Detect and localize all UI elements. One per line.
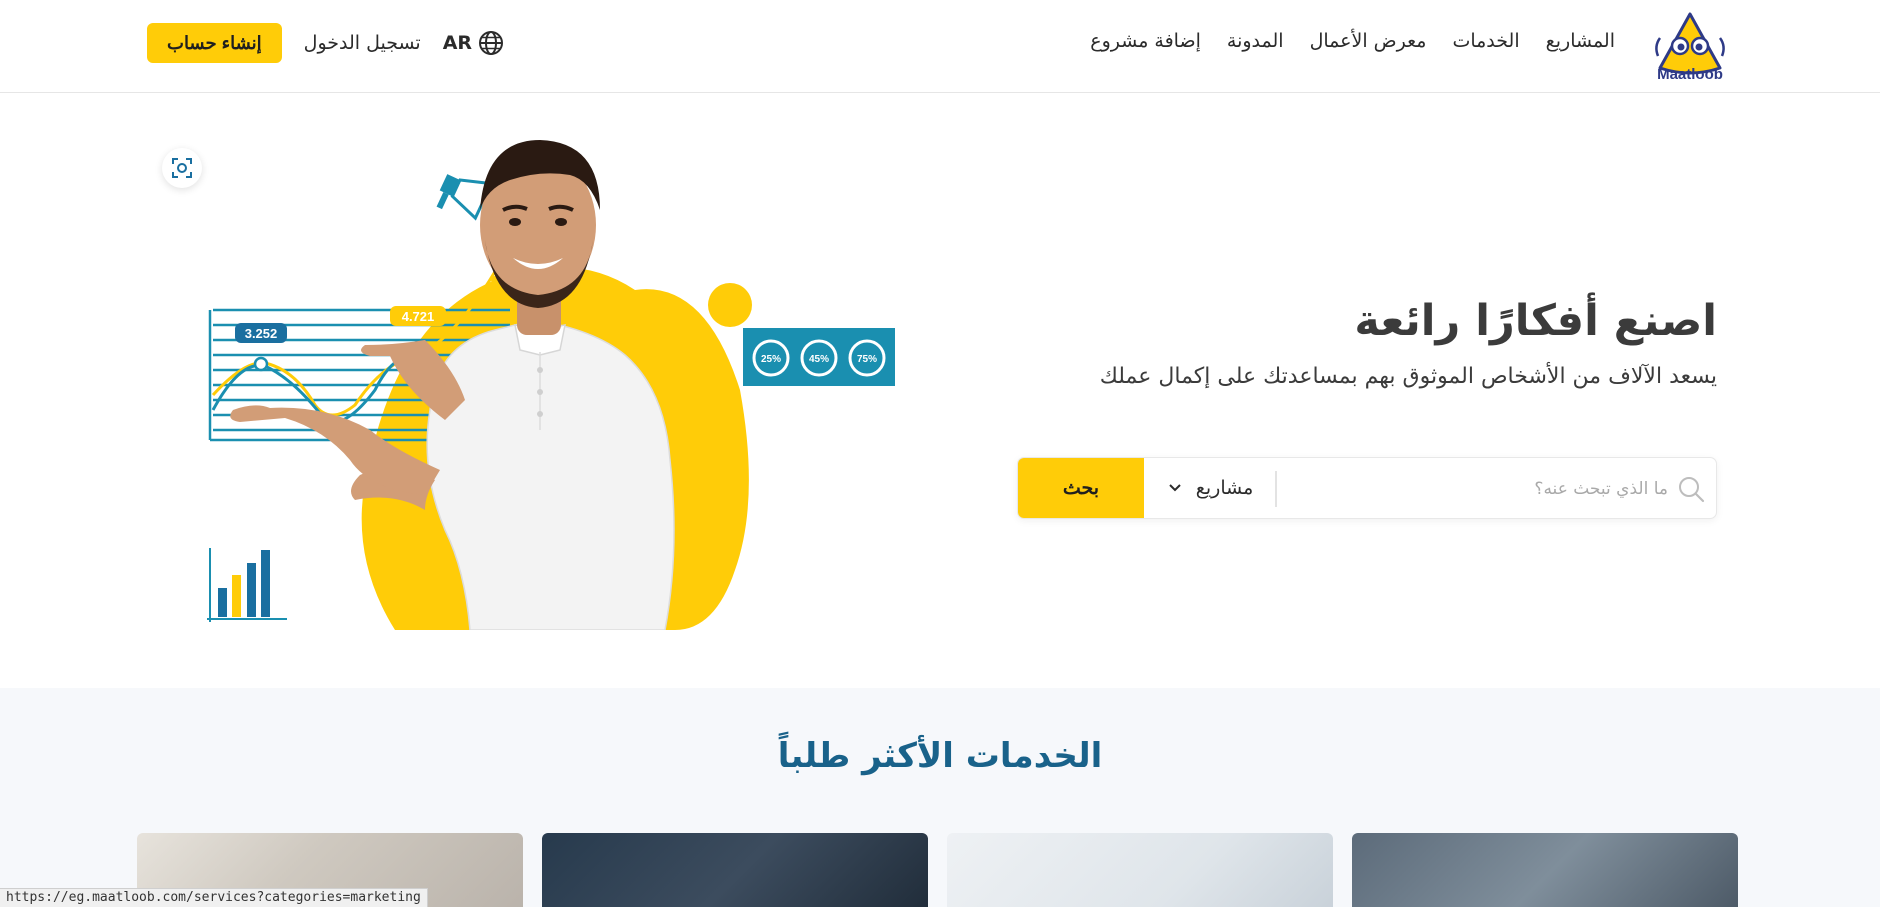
nav-link-add-project[interactable]: إضافة مشروع: [1090, 30, 1201, 52]
search-bar: مشاريع بحث: [1017, 457, 1717, 519]
page: Maatloob المشاريع الخدمات معرض الأعمال ا…: [0, 0, 1880, 907]
search-divider: [1275, 471, 1277, 507]
hero-bar-chart: [207, 548, 287, 622]
login-link[interactable]: تسجيل الدخول: [304, 32, 421, 54]
nav-link-portfolio[interactable]: معرض الأعمال: [1310, 30, 1427, 52]
language-switcher[interactable]: AR: [443, 30, 504, 56]
top-navbar: Maatloob المشاريع الخدمات معرض الأعمال ا…: [0, 0, 1880, 93]
search-input[interactable]: [1278, 470, 1668, 508]
progress-label-2: 45%: [809, 354, 829, 365]
service-card[interactable]: [1352, 833, 1738, 907]
nav-actions: إنشاء حساب تسجيل الدخول AR: [147, 22, 504, 64]
signup-button[interactable]: إنشاء حساب: [147, 23, 282, 63]
scan-icon: [172, 158, 192, 178]
hero-stat-b: 4.721: [402, 309, 435, 324]
hero-title: اصنع أفكارًا رائعة: [1354, 296, 1717, 346]
service-card[interactable]: [542, 833, 928, 907]
services-section-title: الخدمات الأكثر طلباً: [777, 736, 1103, 776]
progress-label-3: 75%: [857, 354, 877, 365]
nav-link-services[interactable]: الخدمات: [1452, 30, 1519, 52]
chevron-down-icon: [1169, 484, 1181, 492]
language-code: AR: [442, 32, 473, 54]
search-icon: [1679, 477, 1705, 503]
service-card[interactable]: [947, 833, 1333, 907]
search-button[interactable]: بحث: [1018, 458, 1144, 518]
progress-panel: 25% 45% 75%: [743, 328, 895, 386]
globe-icon: [479, 31, 504, 55]
category-select[interactable]: مشاريع: [1148, 458, 1273, 518]
logo-wordmark: Maatloob: [1657, 66, 1723, 83]
nav-link-blog[interactable]: المدونة: [1227, 30, 1284, 52]
hero-subtitle: يسعد الآلاف من الأشخاص الموثوق بهم بمساع…: [1099, 364, 1717, 389]
hero-stat-a: 3.252: [245, 326, 278, 341]
popular-services-section: الخدمات الأكثر طلباً: [0, 688, 1880, 907]
nav-link-projects[interactable]: المشاريع: [1546, 30, 1615, 52]
hero-illustration: 3.252 4.721 25% 45% 75%: [207, 140, 895, 630]
main-nav: المشاريع الخدمات معرض الأعمال المدونة إض…: [1090, 26, 1615, 56]
category-select-value: مشاريع: [1195, 477, 1254, 499]
status-bar-url: https://eg.maatloob.com/services?categor…: [0, 888, 428, 907]
progress-label-1: 25%: [761, 354, 781, 365]
